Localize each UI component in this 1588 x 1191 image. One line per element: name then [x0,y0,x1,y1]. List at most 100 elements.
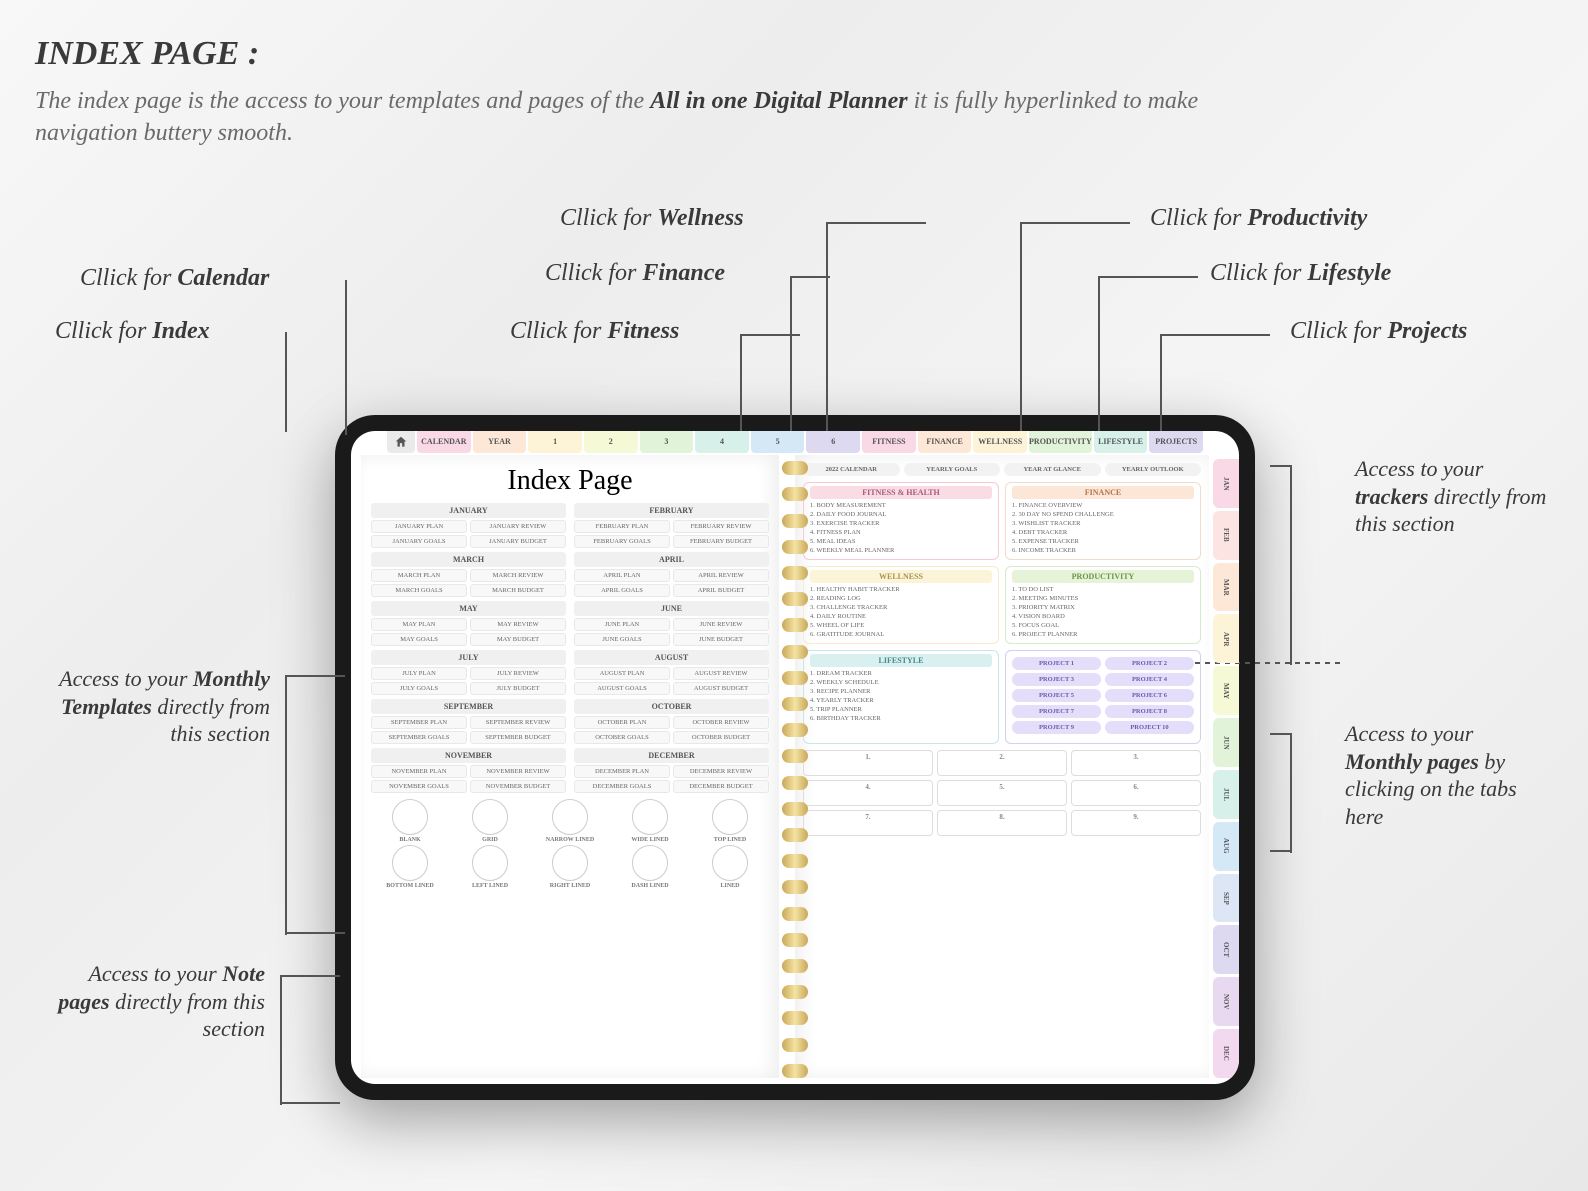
month-tab-jul[interactable]: JUL [1213,770,1239,819]
extra-slot[interactable]: 7. [803,810,933,836]
project-link[interactable]: PROJECT 7 [1012,705,1101,718]
tracker-item[interactable]: 6. WEEKLY MEAL PLANNER [810,546,992,555]
month-btn[interactable]: NOVEMBER BUDGET [470,780,566,793]
tracker-header[interactable]: FITNESS & HEALTH [810,486,992,499]
month-header[interactable]: FEBRUARY [574,503,769,518]
tab-6[interactable]: 6 [806,431,860,453]
tracker-header[interactable]: FINANCE [1012,486,1194,499]
month-btn[interactable]: JULY GOALS [371,682,467,695]
month-btn[interactable]: FEBRUARY BUDGET [673,535,769,548]
project-link[interactable]: PROJECT 6 [1105,689,1194,702]
project-link[interactable]: PROJECT 2 [1105,657,1194,670]
extra-slot[interactable]: 9. [1071,810,1201,836]
month-btn[interactable]: JULY PLAN [371,667,467,680]
month-btn[interactable]: FEBRUARY PLAN [574,520,670,533]
tracker-item[interactable]: 3. PRIORITY MATRIX [1012,603,1194,612]
month-btn[interactable]: JUNE REVIEW [673,618,769,631]
tracker-header[interactable]: LIFESTYLE [810,654,992,667]
note-template-bottom-lined[interactable]: BOTTOM LINED [371,845,449,889]
tracker-item[interactable]: 2. 30 DAY NO SPEND CHALLENGE [1012,510,1194,519]
month-tab-mar[interactable]: MAR [1213,563,1239,612]
month-btn[interactable]: MARCH PLAN [371,569,467,582]
tracker-item[interactable]: 3. EXERCISE TRACKER [810,519,992,528]
month-btn[interactable]: AUGUST PLAN [574,667,670,680]
note-template-wide-lined[interactable]: WIDE LINED [611,799,689,843]
month-tab-nov[interactable]: NOV [1213,977,1239,1026]
project-link[interactable]: PROJECT 3 [1012,673,1101,686]
month-btn[interactable]: APRIL GOALS [574,584,670,597]
extra-slot[interactable]: 8. [937,810,1067,836]
extra-slot[interactable]: 1. [803,750,933,776]
note-template-dash-lined[interactable]: DASH LINED [611,845,689,889]
month-btn[interactable]: JULY REVIEW [470,667,566,680]
month-btn[interactable]: FEBRUARY REVIEW [673,520,769,533]
month-header[interactable]: OCTOBER [574,699,769,714]
month-btn[interactable]: DECEMBER REVIEW [673,765,769,778]
month-tab-may[interactable]: MAY [1213,666,1239,715]
tracker-item[interactable]: 6. BIRTHDAY TRACKER [810,714,992,723]
note-template-blank[interactable]: BLANK [371,799,449,843]
month-header[interactable]: JULY [371,650,566,665]
note-template-top-lined[interactable]: TOP LINED [691,799,769,843]
month-btn[interactable]: OCTOBER REVIEW [673,716,769,729]
tracker-item[interactable]: 2. READING LOG [810,594,992,603]
tracker-item[interactable]: 2. MEETING MINUTES [1012,594,1194,603]
extra-slot[interactable]: 2. [937,750,1067,776]
month-btn[interactable]: MARCH REVIEW [470,569,566,582]
month-btn[interactable]: MARCH GOALS [371,584,467,597]
month-header[interactable]: JUNE [574,601,769,616]
tracker-item[interactable]: 5. MEAL IDEAS [810,537,992,546]
project-link[interactable]: PROJECT 1 [1012,657,1101,670]
note-template-left-lined[interactable]: LEFT LINED [451,845,529,889]
month-btn[interactable]: AUGUST GOALS [574,682,670,695]
tracker-item[interactable]: 4. YEARLY TRACKER [810,696,992,705]
month-header[interactable]: NOVEMBER [371,748,566,763]
extra-slot[interactable]: 6. [1071,780,1201,806]
month-btn[interactable]: AUGUST BUDGET [673,682,769,695]
yearly-pill[interactable]: YEAR AT GLANCE [1004,463,1101,476]
tracker-item[interactable]: 4. DAILY ROUTINE [810,612,992,621]
tracker-item[interactable]: 1. DREAM TRACKER [810,669,992,678]
note-template-lined[interactable]: LINED [691,845,769,889]
note-template-right-lined[interactable]: RIGHT LINED [531,845,609,889]
tracker-item[interactable]: 5. EXPENSE TRACKER [1012,537,1194,546]
yearly-pill[interactable]: 2022 CALENDAR [803,463,900,476]
note-template-grid[interactable]: GRID [451,799,529,843]
month-tab-sep[interactable]: SEP [1213,874,1239,923]
month-btn[interactable]: NOVEMBER GOALS [371,780,467,793]
month-btn[interactable]: MAY PLAN [371,618,467,631]
tab-2[interactable]: 2 [584,431,638,453]
month-btn[interactable]: DECEMBER BUDGET [673,780,769,793]
month-tab-dec[interactable]: DEC [1213,1029,1239,1078]
month-btn[interactable]: MAY BUDGET [470,633,566,646]
month-btn[interactable]: NOVEMBER PLAN [371,765,467,778]
month-btn[interactable]: SEPTEMBER REVIEW [470,716,566,729]
month-tab-apr[interactable]: APR [1213,614,1239,663]
tracker-item[interactable]: 6. GRATITUDE JOURNAL [810,630,992,639]
month-tab-aug[interactable]: AUG [1213,822,1239,871]
tab-5[interactable]: 5 [751,431,805,453]
tab-productivity[interactable]: PRODUCTIVITY [1029,431,1092,453]
tracker-item[interactable]: 5. FOCUS GOAL [1012,621,1194,630]
extra-slot[interactable]: 4. [803,780,933,806]
month-btn[interactable]: JANUARY PLAN [371,520,467,533]
month-btn[interactable]: JANUARY GOALS [371,535,467,548]
yearly-pill[interactable]: YEARLY OUTLOOK [1105,463,1202,476]
month-tab-jun[interactable]: JUN [1213,718,1239,767]
month-btn[interactable]: APRIL PLAN [574,569,670,582]
tracker-item[interactable]: 3. WISHLIST TRACKER [1012,519,1194,528]
extra-slot[interactable]: 3. [1071,750,1201,776]
month-header[interactable]: MARCH [371,552,566,567]
project-link[interactable]: PROJECT 9 [1012,721,1101,734]
month-btn[interactable]: MAY GOALS [371,633,467,646]
month-btn[interactable]: FEBRUARY GOALS [574,535,670,548]
tracker-item[interactable]: 1. HEALTHY HABIT TRACKER [810,585,992,594]
tracker-item[interactable]: 6. PROJECT PLANNER [1012,630,1194,639]
month-header[interactable]: APRIL [574,552,769,567]
month-btn[interactable]: SEPTEMBER GOALS [371,731,467,744]
tracker-header[interactable]: PRODUCTIVITY [1012,570,1194,583]
month-header[interactable]: AUGUST [574,650,769,665]
tracker-item[interactable]: 1. BODY MEASUREMENT [810,501,992,510]
tracker-header[interactable]: WELLNESS [810,570,992,583]
month-btn[interactable]: OCTOBER BUDGET [673,731,769,744]
